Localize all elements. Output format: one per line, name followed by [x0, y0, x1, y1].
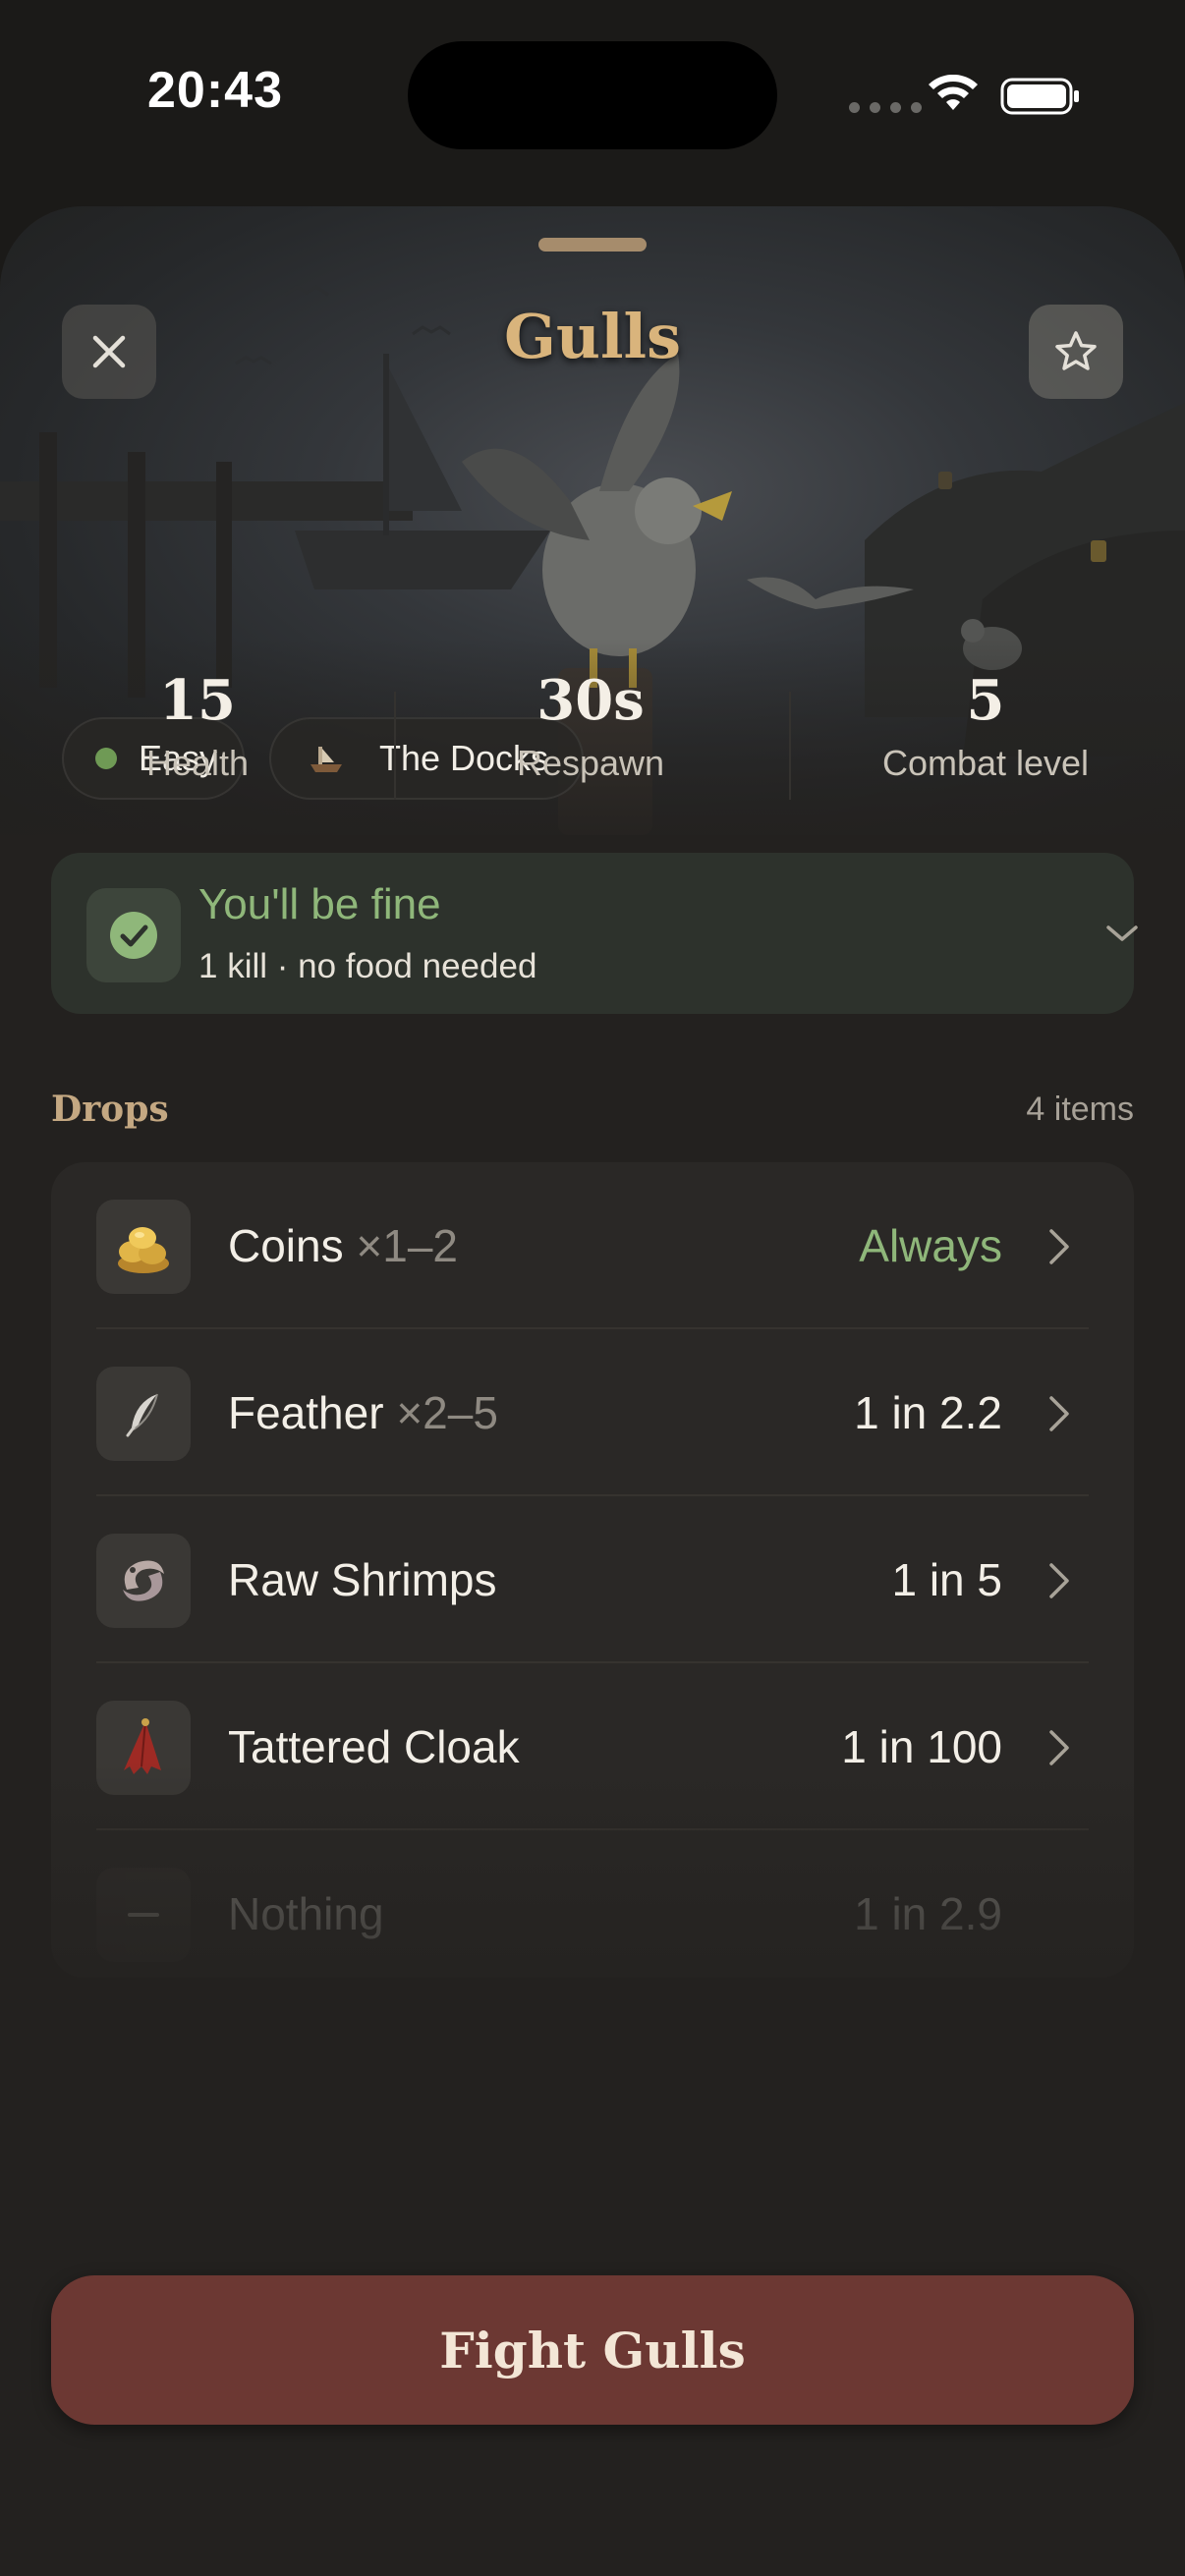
wifi-icon [929, 75, 978, 110]
health-label: Health [145, 743, 250, 783]
status-time: 20:43 [147, 62, 283, 119]
respawn-value: 30s [536, 668, 645, 733]
drops-section-title: Drops [51, 1089, 169, 1130]
dynamic-island [408, 41, 777, 149]
safety-assessment-card[interactable]: You'll be fine 1 kill · no food needed [51, 853, 1138, 1014]
drop-rate: 1 in 2.2 [854, 1387, 1002, 1438]
chevron-down-icon [1106, 925, 1138, 941]
stat-health: 15 Health [21, 668, 374, 784]
combat-level-value: 5 [966, 668, 1005, 733]
chevron-right-icon [1049, 1730, 1069, 1765]
drop-name: Tattered Cloak [228, 1721, 520, 1772]
stat-divider [789, 692, 791, 800]
safety-title: You'll be fine [198, 880, 441, 928]
drop-name: Feather ×2–5 [228, 1387, 498, 1438]
favorite-button[interactable] [1029, 305, 1123, 399]
stat-divider [394, 692, 396, 800]
drop-rate: 1 in 100 [841, 1721, 1002, 1772]
drop-quantity: ×2–5 [396, 1387, 498, 1438]
battery-icon [1000, 78, 1079, 115]
drop-rate: 1 in 2.9 [854, 1888, 1002, 1939]
drop-name: Nothing [228, 1888, 384, 1939]
coins-icon [96, 1200, 191, 1294]
safety-icon-box [86, 888, 181, 982]
drop-rate: Always [859, 1220, 1002, 1271]
stat-combat-level: 5 Combat level [809, 668, 1162, 784]
cellular-signal-icon [849, 102, 922, 113]
feather-icon [96, 1367, 191, 1461]
drop-quantity: ×1–2 [356, 1220, 459, 1271]
drop-row-feather[interactable]: Feather ×2–5 1 in 2.2 [51, 1329, 1134, 1496]
chevron-right-icon [1049, 1229, 1069, 1264]
cloak-icon [96, 1701, 191, 1795]
drop-name: Coins ×1–2 [228, 1220, 459, 1271]
combat-level-label: Combat level [881, 743, 1090, 783]
chevron-right-icon [1049, 1396, 1069, 1431]
status-bar: 20:43 [0, 0, 1185, 196]
check-circle-icon [110, 912, 157, 959]
chevron-right-icon [1049, 1563, 1069, 1598]
monster-title: Gulls [503, 301, 682, 372]
dash-icon [96, 1868, 191, 1962]
health-value: 15 [159, 668, 236, 733]
stat-respawn: 30s Respawn [414, 668, 767, 784]
fight-button[interactable]: Fight Gulls [51, 2275, 1134, 2425]
shrimp-icon [96, 1534, 191, 1628]
drop-name: Raw Shrimps [228, 1554, 497, 1605]
drops-count: 4 items [1026, 1091, 1134, 1128]
drops-list: Coins ×1–2 Always Feather ×2–5 1 in 2.2 [51, 1162, 1134, 1978]
drop-rate: 1 in 5 [891, 1554, 1002, 1605]
respawn-label: Respawn [516, 743, 665, 783]
drop-row-raw-shrimps[interactable]: Raw Shrimps 1 in 5 [51, 1496, 1134, 1663]
screen: 20:43 Gulls Easy The Docks 15 Health 30s… [0, 0, 1185, 2576]
drop-row-coins[interactable]: Coins ×1–2 Always [51, 1162, 1134, 1329]
star-icon [1055, 331, 1097, 370]
sheet-grabber[interactable] [538, 238, 647, 252]
drop-row-tattered-cloak[interactable]: Tattered Cloak 1 in 100 [51, 1663, 1134, 1830]
safety-subtitle: 1 kill · no food needed [198, 947, 537, 985]
drop-row-nothing: Nothing 1 in 2.9 [51, 1830, 1134, 1978]
stats-row: 15 Health 30s Respawn 5 Combat level [0, 668, 1185, 806]
